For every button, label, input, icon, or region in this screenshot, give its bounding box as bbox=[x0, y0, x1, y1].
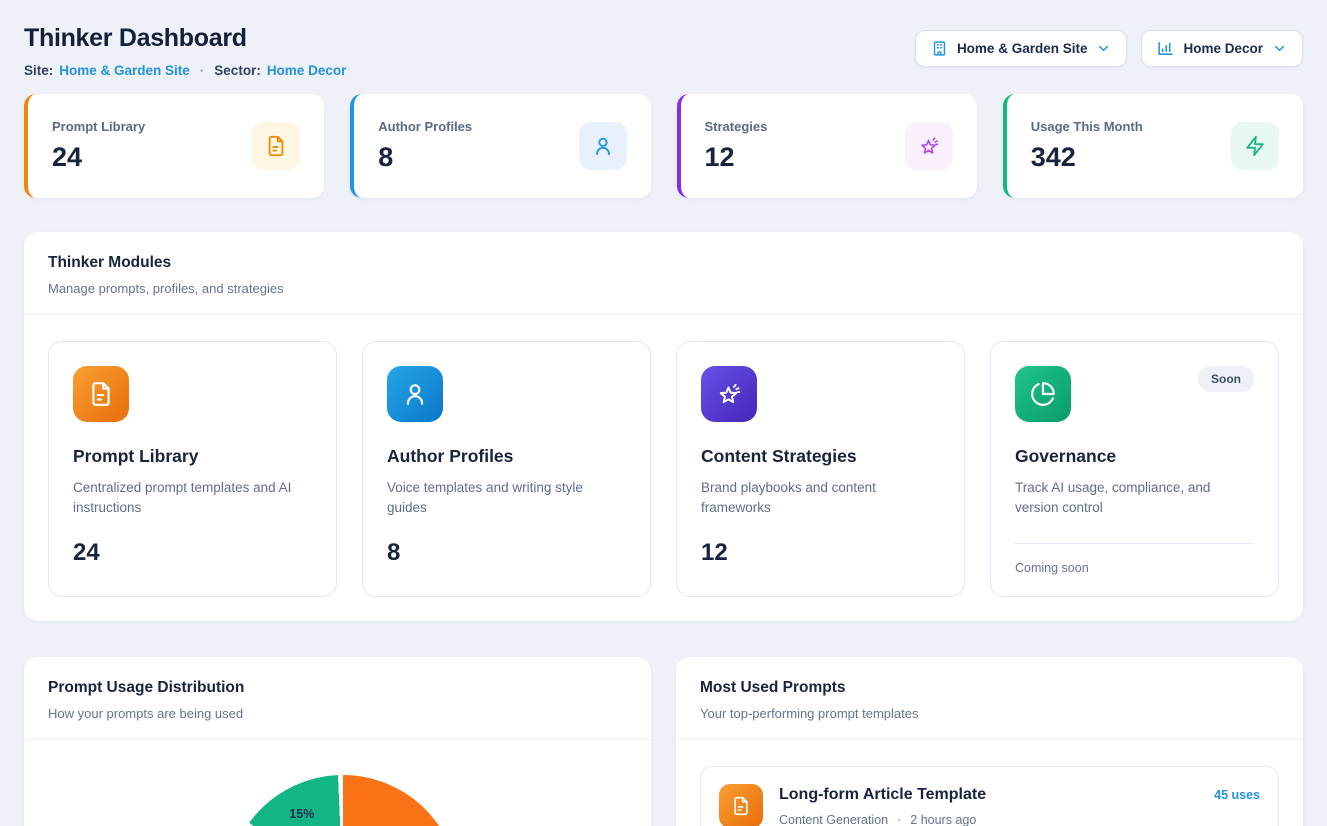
module-count: 12 bbox=[701, 539, 940, 567]
dashboard-page: Thinker Dashboard Site: Home & Garden Si… bbox=[0, 0, 1327, 826]
header-actions: Home & Garden Site Home Decor bbox=[915, 30, 1303, 67]
stat-label: Strategies bbox=[705, 119, 768, 134]
user-icon bbox=[579, 122, 627, 170]
prompt-time: 2 hours ago bbox=[910, 813, 976, 826]
module-description: Voice templates and writing style guides bbox=[387, 478, 626, 519]
site-selector-label: Home & Garden Site bbox=[957, 41, 1088, 56]
stat-text: Strategies 12 bbox=[705, 119, 768, 173]
most-used-prompts-panel: Most Used Prompts Your top-performing pr… bbox=[676, 657, 1303, 826]
site-label: Site: bbox=[24, 63, 53, 78]
separator-dot: · bbox=[897, 813, 901, 826]
file-icon bbox=[252, 122, 300, 170]
section-title: Prompt Usage Distribution bbox=[48, 679, 627, 697]
module-title: Author Profiles bbox=[387, 446, 626, 467]
usage-donut-chart: 15% bbox=[227, 775, 459, 826]
module-card-governance[interactable]: Soon Governance Track AI usage, complian… bbox=[990, 341, 1279, 597]
stat-label: Usage This Month bbox=[1031, 119, 1143, 134]
stat-card-prompt-library: Prompt Library 24 bbox=[24, 94, 324, 198]
modules-header: Thinker Modules Manage prompts, profiles… bbox=[24, 232, 1303, 314]
stat-value: 12 bbox=[705, 142, 768, 173]
prompt-list-item[interactable]: Long-form Article Template Content Gener… bbox=[700, 766, 1279, 826]
divider bbox=[1015, 543, 1254, 544]
prompt-uses-badge: 45 uses bbox=[1214, 788, 1260, 802]
module-footer-note: Coming soon bbox=[1015, 561, 1254, 575]
stat-value: 24 bbox=[52, 142, 145, 173]
chevron-down-icon bbox=[1096, 41, 1111, 56]
page-title: Thinker Dashboard bbox=[24, 24, 346, 53]
module-count: 8 bbox=[387, 539, 626, 567]
module-description: Brand playbooks and content frameworks bbox=[701, 478, 940, 519]
module-count: 24 bbox=[73, 539, 312, 567]
site-selector-dropdown[interactable]: Home & Garden Site bbox=[915, 30, 1128, 67]
stat-value: 342 bbox=[1031, 142, 1143, 173]
stat-card-strategies: Strategies 12 bbox=[677, 94, 977, 198]
prompts-panel-header: Most Used Prompts Your top-performing pr… bbox=[676, 657, 1303, 739]
sparkle-star-icon bbox=[905, 122, 953, 170]
module-title: Prompt Library bbox=[73, 446, 312, 467]
module-description: Centralized prompt templates and AI inst… bbox=[73, 478, 312, 519]
chevron-down-icon bbox=[1272, 41, 1287, 56]
stat-text: Author Profiles 8 bbox=[378, 119, 472, 173]
stat-card-author-profiles: Author Profiles 8 bbox=[350, 94, 650, 198]
header-left: Thinker Dashboard Site: Home & Garden Si… bbox=[24, 24, 346, 78]
usage-distribution-panel: Prompt Usage Distribution How your promp… bbox=[24, 657, 651, 826]
sector-link[interactable]: Home Decor bbox=[267, 63, 347, 78]
prompt-meta: Content Generation · 2 hours ago bbox=[779, 813, 1198, 826]
prompt-list: Long-form Article Template Content Gener… bbox=[676, 740, 1303, 826]
stat-label: Author Profiles bbox=[378, 119, 472, 134]
usage-chart-area: 15% bbox=[24, 740, 651, 826]
section-title: Thinker Modules bbox=[48, 254, 1279, 272]
stat-label: Prompt Library bbox=[52, 119, 145, 134]
zap-icon bbox=[1231, 122, 1279, 170]
file-icon bbox=[73, 366, 129, 422]
section-subtitle: Your top-performing prompt templates bbox=[700, 706, 1279, 721]
sector-label: Sector: bbox=[214, 63, 261, 78]
module-description: Track AI usage, compliance, and version … bbox=[1015, 478, 1254, 519]
pie-chart-icon bbox=[1015, 366, 1071, 422]
section-title: Most Used Prompts bbox=[700, 679, 1279, 697]
sparkle-star-icon bbox=[701, 366, 757, 422]
module-card-prompt-library[interactable]: Prompt Library Centralized prompt templa… bbox=[48, 341, 337, 597]
section-subtitle: How your prompts are being used bbox=[48, 706, 627, 721]
section-subtitle: Manage prompts, profiles, and strategies bbox=[48, 281, 1279, 296]
building-icon bbox=[931, 40, 948, 57]
stat-text: Prompt Library 24 bbox=[52, 119, 145, 173]
stat-text: Usage This Month 342 bbox=[1031, 119, 1143, 173]
user-icon bbox=[387, 366, 443, 422]
module-title: Governance bbox=[1015, 446, 1254, 467]
soon-badge: Soon bbox=[1198, 366, 1254, 392]
bar-chart-icon bbox=[1157, 40, 1174, 57]
prompt-category: Content Generation bbox=[779, 813, 888, 826]
sector-selector-label: Home Decor bbox=[1183, 41, 1263, 56]
separator-dot: · bbox=[200, 63, 205, 78]
stats-row: Prompt Library 24 Author Profiles 8 Stra… bbox=[24, 94, 1303, 198]
site-sector-breadcrumb: Site: Home & Garden Site · Sector: Home … bbox=[24, 63, 346, 78]
thinker-modules-section: Thinker Modules Manage prompts, profiles… bbox=[24, 232, 1303, 621]
site-link[interactable]: Home & Garden Site bbox=[59, 63, 190, 78]
file-icon bbox=[719, 784, 763, 826]
donut-slice-label: 15% bbox=[289, 807, 314, 821]
stat-value: 8 bbox=[378, 142, 472, 173]
prompt-title: Long-form Article Template bbox=[779, 786, 1198, 804]
sector-selector-dropdown[interactable]: Home Decor bbox=[1141, 30, 1303, 67]
module-title: Content Strategies bbox=[701, 446, 940, 467]
bottom-row: Prompt Usage Distribution How your promp… bbox=[24, 657, 1303, 826]
prompt-item-body: Long-form Article Template Content Gener… bbox=[779, 784, 1198, 826]
module-card-content-strategies[interactable]: Content Strategies Brand playbooks and c… bbox=[676, 341, 965, 597]
page-header: Thinker Dashboard Site: Home & Garden Si… bbox=[24, 24, 1303, 78]
module-card-author-profiles[interactable]: Author Profiles Voice templates and writ… bbox=[362, 341, 651, 597]
modules-grid: Prompt Library Centralized prompt templa… bbox=[24, 315, 1303, 621]
stat-card-usage: Usage This Month 342 bbox=[1003, 94, 1303, 198]
usage-panel-header: Prompt Usage Distribution How your promp… bbox=[24, 657, 651, 739]
